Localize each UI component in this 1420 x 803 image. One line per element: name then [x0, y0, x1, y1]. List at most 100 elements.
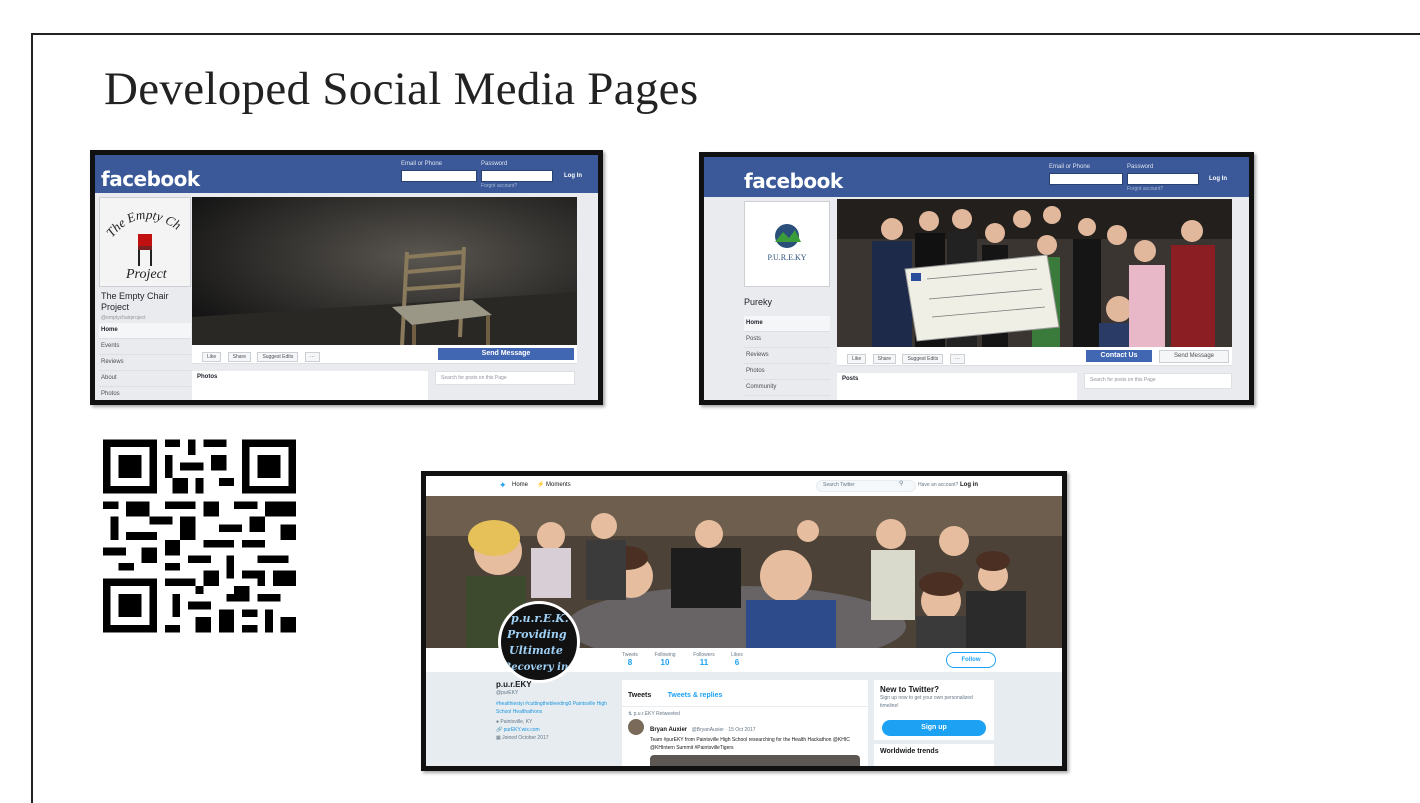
profile-info: p.u.r.EKY @purEKY #healthiestyi #cutting…: [496, 680, 614, 766]
page-search-input[interactable]: Search for posts on this Page: [1084, 373, 1232, 389]
send-message-button[interactable]: Send Message: [1159, 350, 1229, 363]
password-field[interactable]: [481, 170, 553, 182]
profile-link[interactable]: 🔗 purEKY.wix.com: [496, 726, 614, 734]
email-label: Email or Phone: [401, 161, 443, 167]
login-button[interactable]: Log In: [1209, 176, 1227, 182]
tweet-text: Team #purEKY from Paintsville High Schoo…: [650, 737, 850, 751]
cover-photo: [837, 199, 1232, 347]
avatar-line-4: Recovery in: [502, 662, 568, 673]
profile-location: ● Paintsville, KY: [496, 718, 614, 726]
facebook-header: facebook Email or Phone Password Forgot …: [704, 157, 1249, 197]
nav-posts[interactable]: Posts: [744, 332, 830, 348]
group-check-photo: [837, 199, 1232, 347]
stat-tweets[interactable]: Tweets 8: [618, 652, 642, 667]
send-message-button[interactable]: Send Message: [438, 348, 574, 360]
email-field[interactable]: [401, 170, 477, 182]
slide-title: Developed Social Media Pages: [104, 63, 699, 115]
chair-photo: [192, 197, 577, 345]
avatar-line-1: p.u.r.E.K.: [511, 612, 569, 625]
tab-tweets[interactable]: Tweets: [628, 692, 651, 699]
facebook-logo: facebook: [101, 167, 200, 191]
nav-events[interactable]: Events: [99, 339, 191, 355]
login-link[interactable]: Log in: [960, 482, 978, 488]
email-label: Email or Phone: [1049, 164, 1091, 170]
profile-joined-text: Joined October 2017: [502, 735, 549, 741]
profile-sidebar: The Empty Chair Project The Empty Chair …: [99, 197, 191, 400]
empty-chair-logo: The Empty Chair Project: [100, 198, 190, 286]
nav-reviews[interactable]: Reviews: [99, 355, 191, 371]
profile-picture[interactable]: The Empty Chair Project: [99, 197, 191, 287]
nav-photos[interactable]: Photos: [99, 387, 191, 400]
suggest-edits-button[interactable]: Suggest Edits: [257, 352, 299, 362]
profile-location-text: Paintsville, KY: [500, 719, 533, 725]
new-to-twitter-heading: New to Twitter?: [880, 685, 939, 694]
tweet-author[interactable]: Bryan Auxier: [650, 727, 687, 733]
profile-link-text: purEKY.wix.com: [503, 727, 540, 733]
nav-photos[interactable]: Photos: [744, 364, 830, 380]
tweet-media[interactable]: [650, 755, 860, 766]
more-button[interactable]: ···: [949, 354, 965, 364]
facebook-header: facebook Email or Phone Password Forgot …: [95, 155, 598, 193]
stat-followers[interactable]: Followers 11: [689, 652, 719, 667]
pureky-logo: P.U.R.E.KY: [767, 224, 807, 262]
avatar-script-text: p.u.r.E.K. Providing Ultimate Recovery i…: [502, 612, 569, 673]
page-name: The Empty Chair Project: [101, 291, 169, 312]
nav-about[interactable]: About: [99, 371, 191, 387]
posts-section-header: Posts: [837, 373, 1077, 400]
nav-home[interactable]: Home: [99, 323, 191, 339]
page-name: Pureky: [744, 297, 773, 307]
tab-tweets-replies[interactable]: Tweets & replies: [668, 692, 723, 699]
nav-reviews[interactable]: Reviews: [744, 348, 830, 364]
more-button[interactable]: ···: [304, 352, 320, 362]
tweet-handle: @BryanAuxier · 15 Oct 2017: [691, 727, 756, 733]
tweet-avatar[interactable]: [628, 719, 644, 735]
email-field[interactable]: [1049, 173, 1123, 185]
like-button[interactable]: Like: [847, 354, 867, 364]
pureky-logo-text: P.U.R.E.KY: [767, 253, 806, 262]
twitter-bird-icon[interactable]: ✦: [499, 480, 507, 491]
password-field[interactable]: [1127, 173, 1199, 185]
stat-following[interactable]: Following 10: [650, 652, 680, 667]
follow-button[interactable]: Follow: [946, 652, 996, 668]
link-icon: 🔗: [496, 727, 504, 733]
retweet-note: ⇅ p.u.r.EKY Retweeted: [628, 710, 862, 718]
suggest-edits-button[interactable]: Suggest Edits: [902, 354, 944, 364]
nav-events[interactable]: Events: [744, 396, 830, 400]
facebook-pureky-screenshot: facebook Email or Phone Password Forgot …: [699, 152, 1254, 405]
stat-followers-value: 11: [699, 658, 709, 667]
profile-name: p.u.r.EKY: [496, 680, 532, 689]
nav-home[interactable]: Home: [744, 316, 830, 332]
profile-bio: #healthiestyi #cuttingthebleeding0 Paint…: [496, 701, 607, 715]
contact-us-button[interactable]: Contact Us: [1086, 350, 1152, 362]
avatar-line-2: Providing: [506, 628, 567, 641]
trends-panel: Worldwide trends: [874, 744, 994, 766]
facebook-logo: facebook: [744, 169, 843, 193]
nav-home[interactable]: Home: [512, 482, 528, 488]
share-button[interactable]: Share: [227, 352, 251, 362]
search-icon[interactable]: ⚲: [899, 480, 903, 487]
forgot-account-link[interactable]: Forgot account?: [1127, 186, 1163, 192]
twitter-screenshot: ✦ Home ⚡ Moments Search Twitter ⚲ Have a…: [421, 471, 1067, 771]
nav-moments[interactable]: Moments: [546, 482, 571, 488]
forgot-account-link[interactable]: Forgot account?: [481, 183, 517, 189]
trends-heading: Worldwide trends: [880, 748, 939, 755]
login-button[interactable]: Log In: [564, 173, 582, 179]
retweet-note-text: p.u.r.EKY Retweeted: [633, 711, 680, 717]
profile-handle: @purEKY: [496, 690, 519, 696]
like-button[interactable]: Like: [202, 352, 222, 362]
password-label: Password: [1127, 164, 1154, 170]
profile-avatar[interactable]: p.u.r.E.K. Providing Ultimate Recovery i…: [498, 601, 580, 683]
page-handle: @emptychairproject: [101, 315, 146, 321]
page-search-input[interactable]: Search for posts on this Page: [435, 371, 575, 385]
share-button[interactable]: Share: [872, 354, 896, 364]
twitter-header: ✦ Home ⚡ Moments Search Twitter ⚲ Have a…: [426, 476, 1062, 497]
nav-community[interactable]: Community: [744, 380, 830, 396]
stat-likes[interactable]: Likes 6: [726, 652, 748, 667]
profile-picture[interactable]: P.U.R.E.KY: [744, 201, 830, 287]
qr-code: [103, 439, 296, 633]
photos-section-header: Photos: [192, 371, 428, 400]
stat-following-value: 10: [660, 658, 670, 667]
moments-icon[interactable]: ⚡: [537, 481, 544, 488]
profile-joined: ▦ Joined October 2017: [496, 734, 614, 742]
signup-button[interactable]: Sign up: [882, 720, 986, 736]
